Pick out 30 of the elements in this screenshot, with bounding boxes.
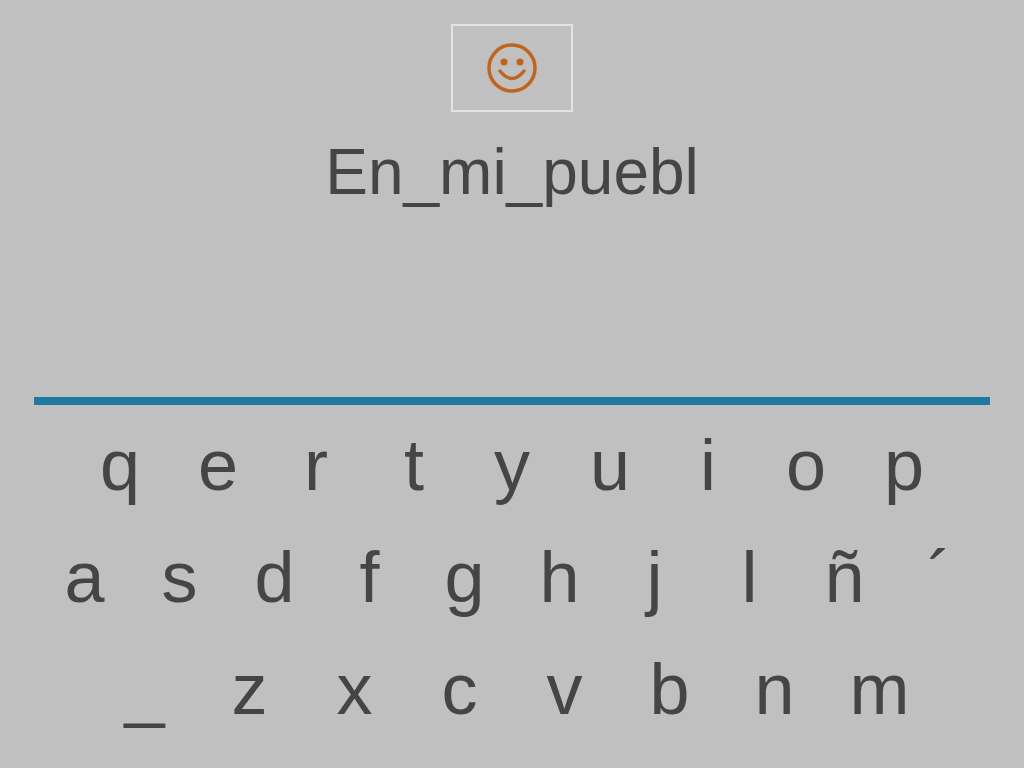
- letter-key[interactable]: j: [607, 525, 702, 629]
- letter-key[interactable]: e: [169, 413, 267, 517]
- letter-key[interactable]: n: [722, 637, 827, 741]
- letter-key[interactable]: v: [512, 637, 617, 741]
- letter-key[interactable]: g: [417, 525, 512, 629]
- letter-key[interactable]: d: [227, 525, 322, 629]
- letter-key[interactable]: f: [322, 525, 417, 629]
- word-text: En_mi_puebl: [325, 135, 699, 210]
- letter-key[interactable]: l: [702, 525, 797, 629]
- letter-key[interactable]: b: [617, 637, 722, 741]
- letter-key[interactable]: s: [132, 525, 227, 629]
- letter-key[interactable]: x: [302, 637, 407, 741]
- letter-key[interactable]: h: [512, 525, 607, 629]
- letter-key[interactable]: u: [561, 413, 659, 517]
- letter-key[interactable]: t: [365, 413, 463, 517]
- hint-button[interactable]: [451, 24, 573, 112]
- letter-key[interactable]: y: [463, 413, 561, 517]
- letter-key[interactable]: ñ: [797, 525, 892, 629]
- letter-key[interactable]: m: [827, 637, 932, 741]
- smiley-icon: [486, 42, 538, 94]
- letter-key[interactable]: ´: [892, 525, 987, 629]
- letter-key[interactable]: i: [659, 413, 757, 517]
- letter-key[interactable]: _: [92, 637, 197, 741]
- letter-key[interactable]: p: [855, 413, 953, 517]
- letter-key[interactable]: q: [71, 413, 169, 517]
- letter-key[interactable]: z: [197, 637, 302, 741]
- letter-key[interactable]: o: [757, 413, 855, 517]
- letter-key[interactable]: r: [267, 413, 365, 517]
- letter-key[interactable]: a: [37, 525, 132, 629]
- letter-key[interactable]: c: [407, 637, 512, 741]
